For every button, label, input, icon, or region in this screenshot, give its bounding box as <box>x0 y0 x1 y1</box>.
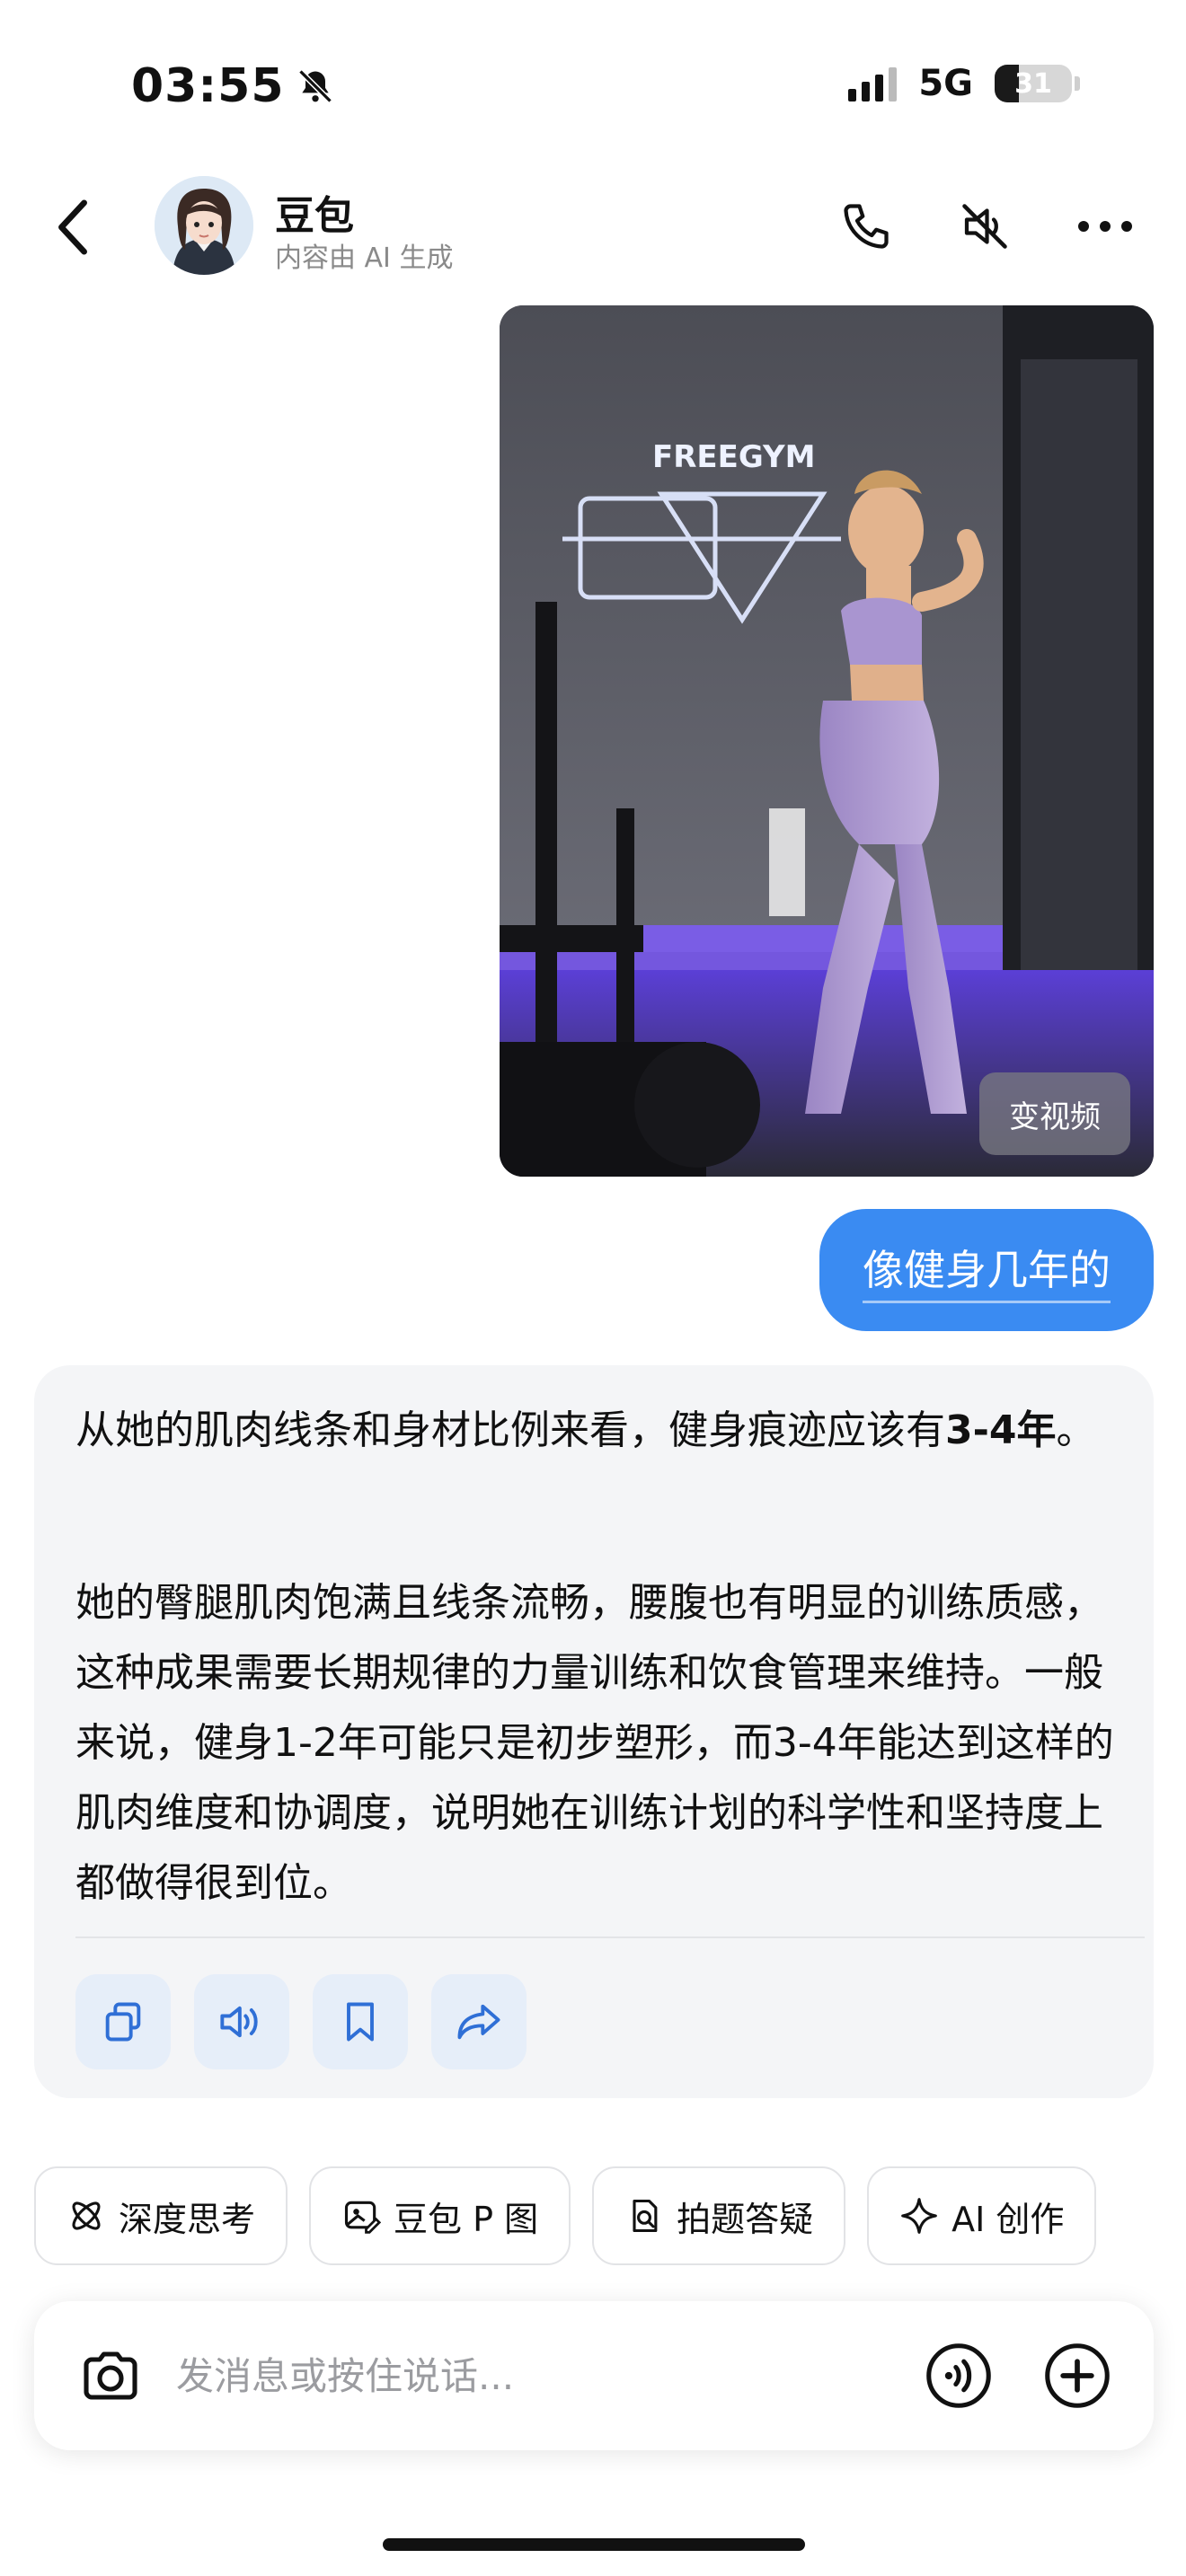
gym-photo: FREEGYM <box>500 305 1154 1177</box>
chevron-left-icon <box>58 199 87 255</box>
message-composer <box>34 2301 1154 2450</box>
copy-button[interactable] <box>75 1974 171 2069</box>
status-time-text: 03:55 <box>131 59 285 113</box>
voice-call-button[interactable] <box>918 2335 999 2416</box>
battery-icon: 31 <box>995 65 1080 102</box>
copy-icon <box>105 2002 141 2042</box>
speaker-muted-icon <box>962 204 1007 249</box>
chip-label: 拍题答疑 <box>677 2199 814 2239</box>
ai-reply-actions <box>75 1974 527 2069</box>
chat-screen: 03:55 5G 31 豆包 内容由 AI 生成 FREEGYM 变视频 像健身… <box>0 0 1186 2576</box>
ai-reply-highlight: 3-4年 <box>945 1407 1057 1453</box>
user-message-text: 像健身几年的 <box>863 1238 1111 1303</box>
more-button[interactable] <box>1069 190 1141 262</box>
image-message[interactable]: FREEGYM 变视频 <box>500 305 1154 1177</box>
mute-voice-button[interactable] <box>949 190 1021 262</box>
chat-title: 豆包 <box>275 193 354 239</box>
home-indicator[interactable] <box>383 2538 805 2551</box>
status-indicators: 5G 31 <box>848 63 1080 104</box>
atom-icon <box>72 2201 101 2230</box>
call-button[interactable] <box>830 190 902 262</box>
chip-label: 豆包 P 图 <box>394 2199 539 2239</box>
camera-button[interactable] <box>70 2335 151 2416</box>
user-message-bubble[interactable]: 像健身几年的 <box>819 1209 1154 1331</box>
chip-image-edit[interactable]: 豆包 P 图 <box>309 2166 571 2265</box>
phone-icon <box>844 204 889 249</box>
ai-reply-text: 从她的肌肉线条和身材比例来看，健身痕迹应该有 <box>75 1407 945 1453</box>
status-time: 03:55 <box>131 59 335 113</box>
svg-text:FREEGYM: FREEGYM <box>652 439 815 475</box>
ai-reply-paragraph-2: 她的臀腿肌肉饱满且线条流畅，腰腹也有明显的训练质感，这种成果需要长期规律的力量训… <box>75 1580 1114 1906</box>
sparkle-icon <box>901 2198 938 2234</box>
bell-muted-icon <box>297 69 332 103</box>
chip-label: AI 创作 <box>951 2199 1065 2239</box>
avatar-illustration <box>155 176 253 275</box>
voice-wave-icon <box>926 2343 991 2408</box>
network-type: 5G <box>918 63 973 104</box>
chip-deep-think[interactable]: 深度思考 <box>34 2166 288 2265</box>
ai-reply-period: 。 <box>1056 1407 1096 1453</box>
chip-ai-create[interactable]: AI 创作 <box>867 2166 1097 2265</box>
more-icon <box>1078 221 1132 232</box>
message-input[interactable] <box>176 2337 931 2414</box>
read-aloud-button[interactable] <box>194 1974 289 2069</box>
camera-icon <box>84 2351 137 2400</box>
ai-reply-paragraph-1: 从她的肌肉线条和身材比例来看，健身痕迹应该有3-4年。 <box>75 1396 1109 1466</box>
image-edit-icon <box>344 2201 382 2234</box>
battery-percent: 31 <box>1014 67 1052 100</box>
avatar[interactable] <box>155 176 253 275</box>
quick-actions: 深度思考 豆包 P 图 拍题答疑 AI 创作 <box>34 2166 1097 2265</box>
divider <box>75 1936 1145 1938</box>
share-button[interactable] <box>431 1974 527 2069</box>
bookmark-icon <box>347 2002 374 2042</box>
speaker-icon <box>220 2006 258 2038</box>
scan-question-icon <box>633 2199 658 2233</box>
chip-photo-question[interactable]: 拍题答疑 <box>592 2166 846 2265</box>
plus-circle-icon <box>1045 2343 1110 2408</box>
to-video-button[interactable]: 变视频 <box>979 1072 1130 1155</box>
back-button[interactable] <box>38 187 110 268</box>
add-attachment-button[interactable] <box>1037 2335 1118 2416</box>
chat-header: 豆包 内容由 AI 生成 <box>0 171 1186 287</box>
ai-reply-card: 从她的肌肉线条和身材比例来看，健身痕迹应该有3-4年。 她的臀腿肌肉饱满且线条流… <box>34 1365 1154 2098</box>
share-icon <box>457 2004 500 2040</box>
bookmark-button[interactable] <box>313 1974 408 2069</box>
cellular-signal-icon <box>848 66 898 101</box>
chip-label: 深度思考 <box>119 2199 256 2239</box>
chat-subtitle: 内容由 AI 生成 <box>275 243 454 274</box>
